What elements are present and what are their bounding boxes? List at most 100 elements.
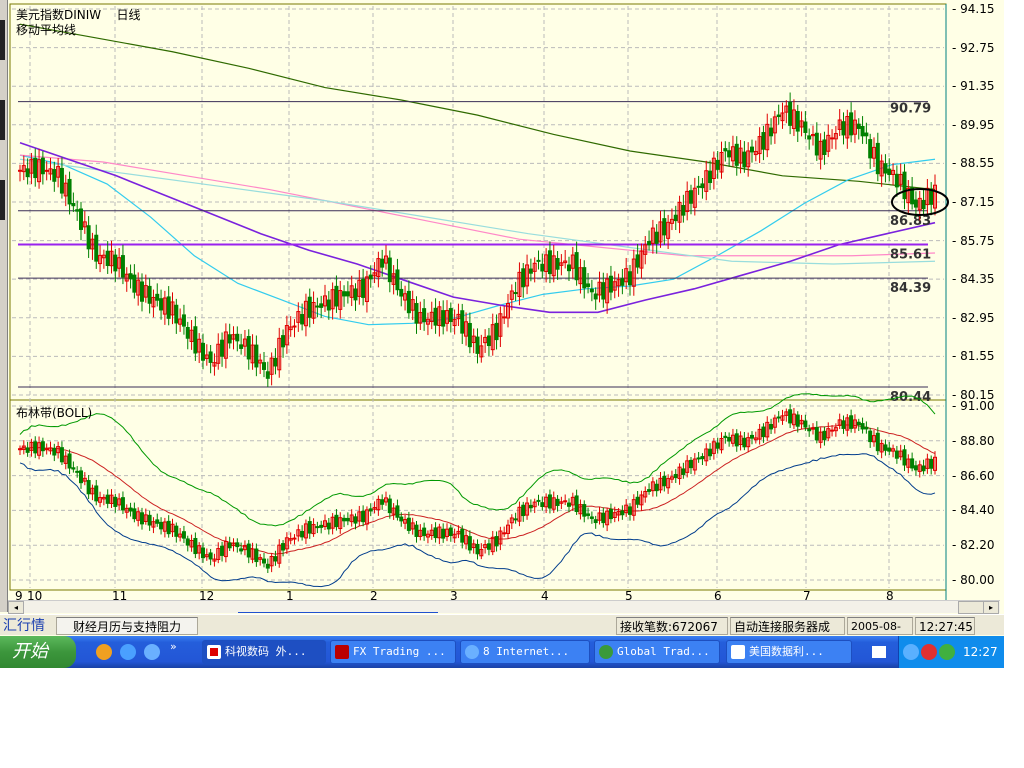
price-tick-label: - 89.95 <box>952 117 995 132</box>
boll-candle <box>441 528 446 539</box>
price-candle <box>220 339 225 357</box>
ie-icon[interactable] <box>120 644 136 660</box>
price-candle <box>174 304 179 324</box>
boll-candle <box>673 474 678 479</box>
chart-canvas[interactable]: 90.7986.8385.6184.3980.44 <box>0 0 1004 600</box>
price-candle <box>441 310 446 327</box>
boll-tick-label: - 82.20 <box>952 538 995 553</box>
boll-candle <box>300 530 305 538</box>
boll-candle <box>689 459 693 469</box>
price-candle <box>448 308 453 323</box>
boll-candle <box>513 518 518 521</box>
price-candle <box>502 316 507 319</box>
taskbar: 开始 » 科视数码 外... FX Trading ... 8 Internet… <box>0 636 1004 668</box>
task-item[interactable]: Global Trad... <box>594 640 720 664</box>
tab-calendar[interactable]: 财经月历与支持阻力 <box>56 617 198 635</box>
boll-candle <box>662 475 667 487</box>
price-candle <box>128 273 133 280</box>
price-candle <box>113 254 118 272</box>
price-candle <box>395 269 400 291</box>
boll-candle <box>307 521 312 534</box>
tab-fx-quotes[interactable]: 汇行情 <box>0 617 52 635</box>
task-item[interactable]: 美国数据利... <box>726 640 852 664</box>
boll-candle <box>113 496 118 507</box>
price-candle <box>281 335 286 348</box>
price-candle <box>406 290 411 314</box>
boll-candle <box>628 506 632 515</box>
boll-candle <box>387 498 392 514</box>
tray-expand-icon[interactable] <box>903 644 919 660</box>
outlook-icon[interactable] <box>144 644 160 660</box>
start-button[interactable]: 开始 <box>0 636 76 668</box>
task-item[interactable]: 科视数码 外... <box>202 640 326 664</box>
scroll-right-button[interactable]: ▸ <box>983 601 999 614</box>
price-candle <box>574 252 579 281</box>
task-item[interactable]: FX Trading ... <box>330 640 456 664</box>
price-candle <box>208 351 213 363</box>
task-item[interactable]: 8 Internet... <box>460 640 590 664</box>
network-icon[interactable] <box>921 644 937 660</box>
price-candle <box>586 283 591 288</box>
boll-tick-label: - 80.00 <box>952 573 995 588</box>
keyboard-icon[interactable] <box>872 646 886 658</box>
boll-candle <box>887 447 892 452</box>
boll-candle <box>883 444 888 451</box>
price-candle <box>830 137 835 140</box>
price-candle <box>387 257 392 283</box>
price-candle <box>536 259 541 262</box>
price-candle <box>875 142 880 175</box>
boll-candle <box>292 537 297 540</box>
price-candle <box>75 209 80 212</box>
price-candle <box>902 171 907 200</box>
price-candle <box>334 285 339 307</box>
boll-candle <box>547 494 552 509</box>
boll-candle <box>540 502 545 508</box>
media-player-icon[interactable] <box>96 644 112 660</box>
price-candle <box>620 278 625 286</box>
boll-candle <box>239 548 244 552</box>
boll-candle <box>128 507 133 512</box>
price-candle <box>67 178 72 205</box>
boll-candle <box>185 538 190 546</box>
price-candle <box>155 293 160 301</box>
boll-candle <box>894 450 899 459</box>
price-candle <box>300 314 305 325</box>
price-candle <box>742 151 747 168</box>
boll-candle <box>395 505 400 518</box>
price-candle <box>582 267 587 289</box>
price-candle <box>608 275 613 293</box>
boll-candle <box>761 426 766 438</box>
status-time: 12:27:45 <box>915 617 975 635</box>
boll-candle <box>265 563 270 569</box>
boll-candle <box>849 415 854 429</box>
boll-candle <box>734 433 739 447</box>
price-candle <box>849 112 854 136</box>
boll-candle <box>921 465 926 472</box>
boll-candle <box>193 537 198 555</box>
price-candle <box>201 342 205 361</box>
boll-candle <box>563 500 568 503</box>
boll-candle <box>342 517 347 522</box>
horizontal-scrollbar[interactable]: ◂ ▸ <box>8 600 1000 614</box>
price-candle <box>776 114 781 118</box>
price-candle <box>555 258 560 270</box>
status-date: 2005-08-16 <box>847 617 913 651</box>
boll-candle <box>913 465 918 471</box>
quicklaunch-more-icon[interactable]: » <box>170 640 177 653</box>
price-candle <box>822 139 827 155</box>
boll-candle <box>25 447 30 453</box>
price-tick-label: - 81.55 <box>952 349 995 364</box>
price-candle <box>795 111 800 132</box>
security-icon[interactable] <box>939 644 955 660</box>
boll-candle <box>40 441 45 452</box>
scroll-left-button[interactable]: ◂ <box>8 601 24 614</box>
price-candle <box>486 335 491 347</box>
price-candle <box>673 214 678 222</box>
price-candle <box>868 139 873 159</box>
price-tick-label: - 84.35 <box>952 272 995 287</box>
boll-candle <box>159 521 164 530</box>
price-tick-label: - 87.15 <box>952 194 995 209</box>
boll-candle <box>422 527 427 537</box>
boll-candle <box>582 504 587 517</box>
price-tick-label: - 82.95 <box>952 310 995 325</box>
